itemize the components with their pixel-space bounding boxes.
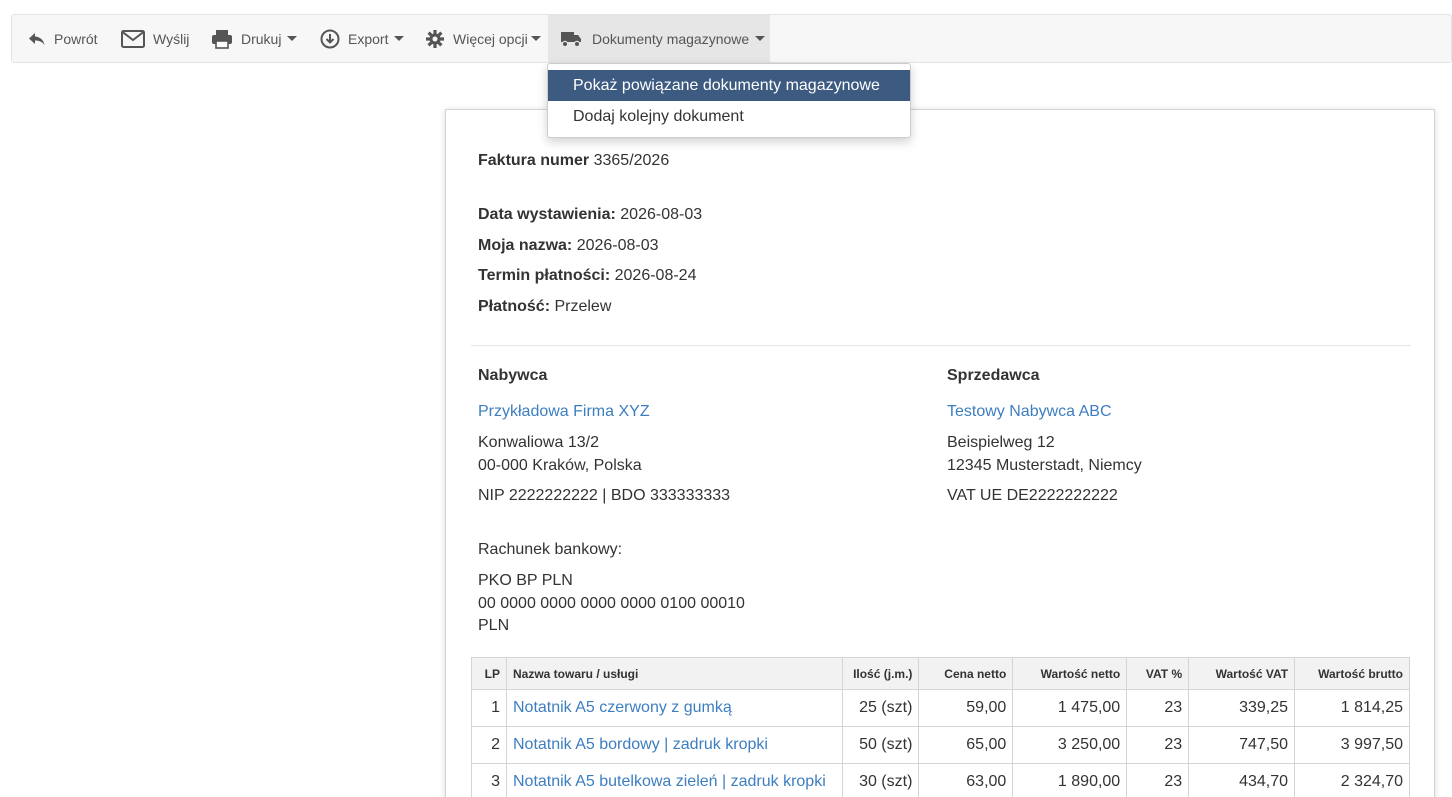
invoice-card: Faktura numer 3365/2026 Data wystawienia… [445,109,1435,797]
reply-arrow-icon [28,31,46,47]
table-row: 1 Notatnik A5 czerwony z gumką 25 (szt) … [471,689,1410,727]
divider [471,345,1411,346]
due-date-label: Termin płatności: [478,267,611,284]
product-name-link[interactable]: Notatnik A5 bordowy | zadruk kropki [505,726,844,764]
due-date-value: 2026-08-24 [614,267,697,284]
more-options-button[interactable]: Więcej opcji [425,15,541,62]
buyer-ids: NIP 2222222222 | BDO 333333333 [478,487,731,504]
cell-net-value: 1 890,00 [1012,763,1128,797]
cell-net-value: 3 250,00 [1012,726,1128,764]
column-header-net-value: Wartość netto [1012,657,1128,690]
download-circle-icon [320,29,340,49]
printer-icon [211,29,233,49]
bank-currency: PLN [478,617,510,634]
seller-heading: Sprzedawca [947,367,1040,384]
chevron-down-icon [755,36,766,41]
column-header-lp: LP [471,657,507,690]
back-button[interactable]: Powrót [28,15,98,62]
menu-item-show-related-documents[interactable]: Pokaż powiązane dokumenty magazynowe [548,70,910,101]
menu-item-add-document[interactable]: Dodaj kolejny dokument [548,101,910,132]
seller-ids: VAT UE DE2222222222 [947,487,1118,504]
cell-vat-rate: 23 [1126,763,1190,797]
my-name-value: 2026-08-03 [576,237,659,254]
chevron-down-icon [394,36,405,41]
envelope-icon [121,29,145,48]
cell-vat-rate: 23 [1126,689,1190,727]
invoice-items-table: LP Nazwa towaru / usługi Ilość (j.m.) Ce… [471,657,1410,797]
bank-account-label: Rachunek bankowy: [478,541,623,558]
cell-gross-value: 1 814,25 [1294,689,1410,727]
buyer-heading: Nabywca [478,367,548,384]
issue-date: Data wystawienia: 2026-08-03 [478,206,702,224]
buyer-city: 00-000 Kraków, Polska [478,457,642,474]
table-header-row: LP Nazwa towaru / usługi Ilość (j.m.) Ce… [471,657,1410,690]
column-header-vat-rate: VAT % [1126,657,1190,690]
cell-vat-value: 434,70 [1188,763,1296,797]
table-row: 3 Notatnik A5 butelkowa zieleń | zadruk … [471,763,1410,797]
column-header-net-price: Cena netto [918,657,1014,690]
column-header-vat-value: Wartość VAT [1188,657,1296,690]
gear-icon [425,29,445,49]
truck-icon [560,30,582,48]
export-button[interactable]: Export [320,15,405,62]
invoice-number: Faktura numer 3365/2026 [478,152,669,170]
bank-name: PKO BP PLN [478,572,573,589]
send-label: Wyślij [153,30,190,47]
back-label: Powrót [54,30,98,47]
due-date: Termin płatności: 2026-08-24 [478,267,696,285]
product-name-link[interactable]: Notatnik A5 butelkowa zieleń | zadruk kr… [505,763,844,797]
cell-net-price: 65,00 [918,726,1014,764]
bank-account-number: 00 0000 0000 0000 0000 0100 00010 [478,595,745,612]
warehouse-documents-label: Dokumenty magazynowe [592,30,750,47]
seller-city: 12345 Musterstadt, Niemcy [947,457,1142,474]
invoice-number-label: Faktura numer [478,152,590,169]
cell-net-price: 63,00 [918,763,1014,797]
column-header-name: Nazwa towaru / usługi [505,657,844,690]
cell-vat-rate: 23 [1126,726,1190,764]
seller-street: Beispielweg 12 [947,434,1055,451]
column-header-gross-value: Wartość brutto [1294,657,1410,690]
cell-net-price: 59,00 [918,689,1014,727]
cell-quantity: 30 (szt) [842,763,920,797]
my-name: Moja nazwa: 2026-08-03 [478,237,659,255]
payment-label: Płatność: [478,298,551,315]
print-label: Drukuj [241,30,282,47]
my-name-label: Moja nazwa: [478,237,573,254]
cell-vat-value: 339,25 [1188,689,1296,727]
warehouse-documents-button[interactable]: Dokumenty magazynowe [548,15,770,62]
product-name-link[interactable]: Notatnik A5 czerwony z gumką [505,689,844,727]
cell-quantity: 25 (szt) [842,689,920,727]
table-row: 2 Notatnik A5 bordowy | zadruk kropki 50… [471,726,1410,764]
chevron-down-icon [287,36,298,41]
cell-net-value: 1 475,00 [1012,689,1128,727]
cell-quantity: 50 (szt) [842,726,920,764]
issue-date-label: Data wystawienia: [478,206,616,223]
cell-lp: 3 [471,763,507,797]
column-header-quantity: Ilość (j.m.) [842,657,920,690]
invoice-number-value: 3365/2026 [593,152,670,169]
cell-lp: 2 [471,726,507,764]
payment-value: Przelew [554,298,612,315]
issue-date-value: 2026-08-03 [620,206,703,223]
export-label: Export [348,30,389,47]
more-options-label: Więcej opcji [453,30,528,47]
print-button[interactable]: Drukuj [211,15,298,62]
cell-gross-value: 3 997,50 [1294,726,1410,764]
buyer-street: Konwaliowa 13/2 [478,434,599,451]
warehouse-documents-menu: Pokaż powiązane dokumenty magazynowe Dod… [547,63,911,138]
seller-name-link[interactable]: Testowy Nabywca ABC [947,403,1112,421]
payment-method: Płatność: Przelew [478,298,611,316]
cell-vat-value: 747,50 [1188,726,1296,764]
buyer-name-link[interactable]: Przykładowa Firma XYZ [478,403,650,421]
cell-gross-value: 2 324,70 [1294,763,1410,797]
send-button[interactable]: Wyślij [121,15,189,62]
chevron-down-icon [530,36,541,41]
toolbar: Powrót Wyślij Drukuj Export Więcej opcji… [11,14,1452,63]
cell-lp: 1 [471,689,507,727]
